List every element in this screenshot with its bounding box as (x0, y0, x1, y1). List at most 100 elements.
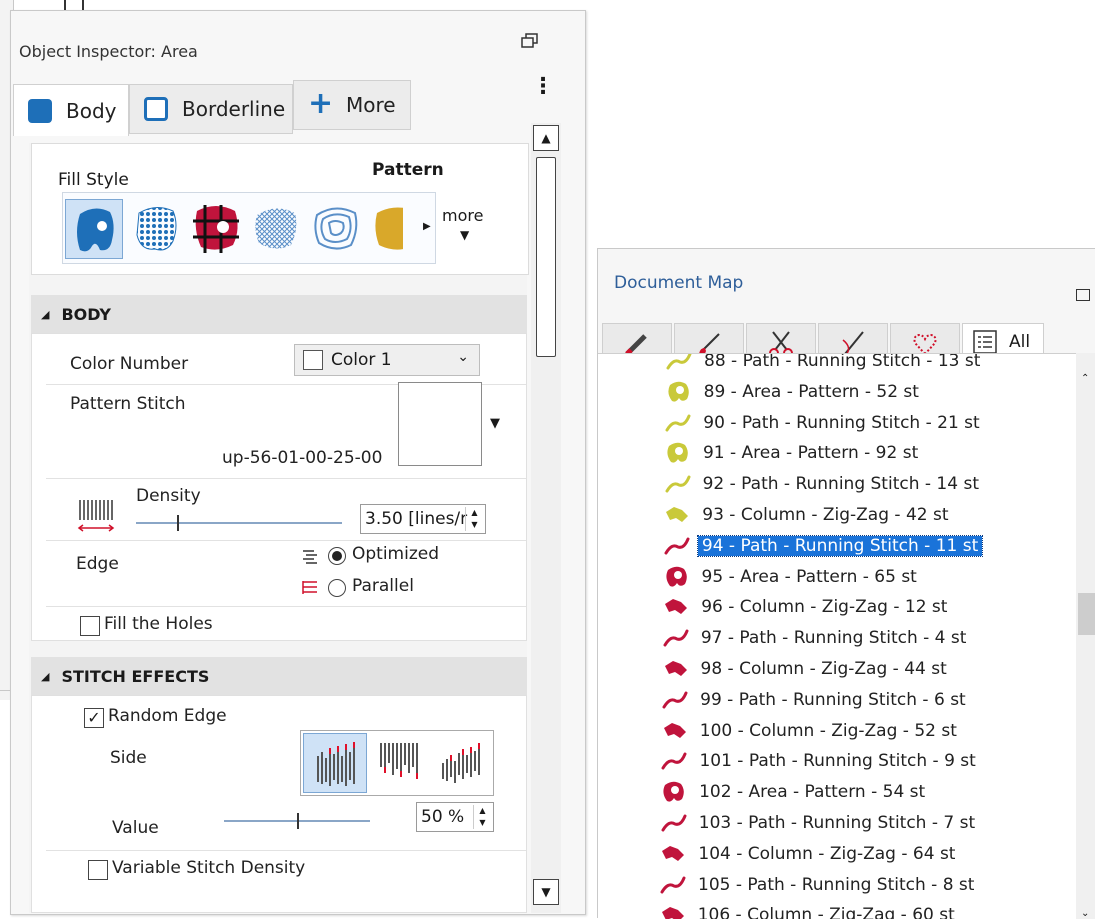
list-item[interactable]: 99 - Path - Running Stitch - 6 st (660, 687, 970, 713)
density-slider-thumb[interactable] (177, 515, 180, 531)
edge-label: Edge (76, 554, 119, 574)
list-item-label: 89 - Area - Pattern - 52 st (703, 381, 919, 402)
side-options (300, 730, 494, 796)
list-item[interactable]: 92 - Path - Running Stitch - 14 st (663, 471, 983, 497)
area-icon (662, 564, 690, 590)
list-item[interactable]: 106 - Column - Zig-Zag - 60 st (658, 902, 959, 919)
borderline-square-icon (144, 97, 168, 121)
pattern-stitch-preview[interactable] (398, 382, 482, 466)
variable-density-checkbox[interactable] (88, 860, 108, 880)
list-item-label: 102 - Area - Pattern - 54 st (699, 782, 926, 803)
list-item[interactable]: 95 - Area - Pattern - 65 st (662, 564, 921, 590)
side-top-icon[interactable] (431, 733, 493, 793)
divider (46, 606, 526, 607)
list-item-label: 104 - Column - Zig-Zag - 64 st (698, 843, 956, 864)
optimized-edge-icon (303, 550, 317, 564)
color-number-label: Color Number (70, 354, 189, 374)
mesh-fill-icon[interactable] (247, 199, 305, 259)
scroll-up-icon[interactable]: ▲ (533, 125, 559, 151)
section-title: BODY (61, 304, 111, 324)
divider (46, 478, 526, 479)
path-icon (663, 471, 691, 497)
section-title: STITCH EFFECTS (61, 666, 210, 686)
tab-more[interactable]: + More (293, 80, 411, 130)
gold-fill-icon[interactable] (367, 199, 403, 259)
stitch-effects-section-header[interactable]: ◢ STITCH EFFECTS (31, 657, 527, 695)
list-item[interactable]: 101 - Path - Running Stitch - 9 st (659, 748, 979, 774)
collapse-triangle-icon: ◢ (41, 307, 50, 321)
kebab-menu-icon[interactable]: ⋮ (532, 76, 554, 98)
tartan-fill-icon[interactable] (187, 199, 245, 259)
contour-fill-icon[interactable] (307, 199, 365, 259)
pattern-stitch-value: up-56-01-00-25-00 (222, 448, 383, 468)
restore-window-icon[interactable] (1076, 289, 1090, 301)
list-item[interactable]: 97 - Path - Running Stitch - 4 st (661, 625, 971, 651)
list-item[interactable]: 91 - Area - Pattern - 92 st (663, 440, 922, 466)
list-item[interactable]: 88 - Path - Running Stitch - 13 st (664, 354, 984, 374)
tab-label: Body (66, 98, 117, 123)
more-styles-button[interactable]: more (442, 206, 483, 225)
density-spinbox[interactable]: 3.50 [lines/r ▲ ▼ (360, 504, 486, 534)
scroll-up-icon[interactable]: ⌃ (1081, 373, 1089, 384)
edge-optimized-radio[interactable] (328, 547, 346, 565)
list-item[interactable]: 102 - Area - Pattern - 54 st (659, 779, 929, 805)
edge-option-label: Optimized (352, 544, 440, 564)
list-item[interactable]: 100 - Column - Zig-Zag - 52 st (660, 718, 961, 744)
spin-arrows-icon[interactable]: ▲ ▼ (465, 507, 483, 531)
edge-parallel-radio[interactable] (328, 579, 346, 597)
body-properties: Color Number Color 1 ⌄ Pattern Stitch up… (31, 333, 527, 641)
pattern-dropdown-arrow-icon[interactable]: ▼ (490, 416, 500, 431)
fill-style-label: Fill Style (58, 170, 129, 190)
list-item[interactable]: 89 - Area - Pattern - 52 st (664, 379, 923, 405)
scroll-thumb[interactable] (1078, 593, 1095, 635)
docmap-object-list: 88 - Path - Running Stitch - 13 st 89 - A… (598, 353, 1076, 919)
scroll-down-icon[interactable]: ⌄ (1081, 908, 1089, 919)
list-item[interactable]: 103 - Path - Running Stitch - 7 st (659, 810, 979, 836)
density-slider[interactable] (136, 522, 342, 524)
stitch-effects-properties: ✓ Random Edge Side Value 50 % ▲ ▼ Variab… (31, 695, 527, 913)
random-edge-checkbox[interactable]: ✓ (84, 708, 104, 728)
fill-holes-checkbox[interactable] (80, 616, 100, 636)
tab-borderline[interactable]: Borderline (129, 84, 293, 134)
list-icon (973, 330, 997, 354)
list-item[interactable]: 93 - Column - Zig-Zag - 42 st (662, 502, 952, 528)
list-item[interactable]: 96 - Column - Zig-Zag - 12 st (661, 594, 951, 620)
list-item[interactable]: 98 - Column - Zig-Zag - 44 st (661, 656, 951, 682)
inspector-scrollbar[interactable]: ▲ ▼ (531, 123, 561, 913)
scroll-down-icon[interactable]: ▼ (533, 879, 559, 905)
density-value: 3.50 [lines/r (365, 509, 468, 529)
side-both-icon[interactable] (303, 733, 367, 793)
path-icon (661, 625, 689, 651)
gallery-scroll-right-icon[interactable]: ▶ (423, 221, 431, 232)
side-label: Side (110, 748, 147, 768)
list-item[interactable]: 94 - Path - Running Stitch - 11 st (662, 533, 984, 559)
dot-fill-icon[interactable] (127, 199, 185, 259)
area-icon (663, 440, 691, 466)
docmap-scrollbar[interactable]: ⌃ ⌄ (1076, 353, 1095, 919)
list-item[interactable]: 105 - Path - Running Stitch - 8 st (658, 872, 978, 898)
value-spinbox[interactable]: 50 % ▲ ▼ (416, 802, 494, 832)
list-item-label: 95 - Area - Pattern - 65 st (701, 566, 917, 587)
color-number-dropdown[interactable]: Color 1 ⌄ (294, 344, 480, 376)
list-item[interactable]: 90 - Path - Running Stitch - 21 st (663, 410, 983, 436)
value-slider-thumb[interactable] (297, 813, 299, 829)
restore-window-icon[interactable] (521, 33, 539, 49)
docmap-title: Document Map (614, 273, 744, 293)
body-section-header[interactable]: ◢ BODY (31, 295, 527, 333)
pattern-fill-icon[interactable] (65, 199, 123, 259)
list-item-label: 94 - Path - Running Stitch - 11 st (696, 534, 984, 557)
object-inspector-panel: Object Inspector: Area ⋮ Body Borderline… (10, 10, 586, 915)
tab-body[interactable]: Body (13, 84, 129, 136)
scroll-thumb[interactable] (536, 157, 556, 357)
inspector-title: Object Inspector: Area (19, 42, 198, 61)
list-item-label: 91 - Area - Pattern - 92 st (702, 443, 919, 464)
more-caret-icon[interactable]: ▼ (460, 228, 469, 242)
list-item[interactable]: 104 - Column - Zig-Zag - 64 st (658, 841, 959, 867)
spin-arrows-icon[interactable]: ▲ ▼ (473, 805, 491, 829)
side-bottom-icon[interactable] (369, 733, 431, 793)
collapse-triangle-icon: ◢ (41, 669, 50, 683)
fill-style-value: Pattern (372, 160, 444, 180)
path-icon (658, 872, 686, 898)
inspector-content: Fill Style Pattern ▶ more ▼ ◢ BODY Color… (29, 143, 529, 913)
divider (46, 540, 526, 541)
